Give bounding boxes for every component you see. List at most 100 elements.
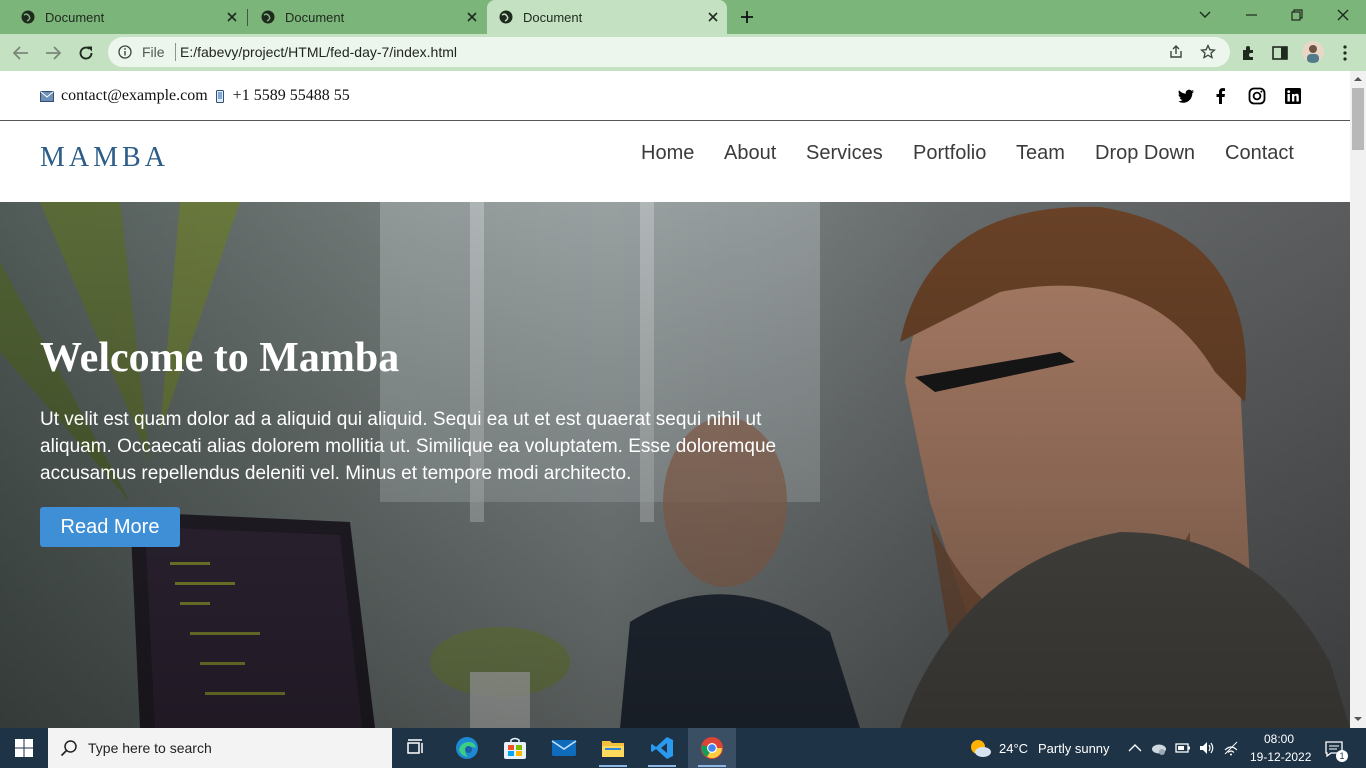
address-url[interactable]: E:/fabevy/project/HTML/fed-day-7/index.h…: [180, 44, 457, 60]
facebook-icon[interactable]: [1212, 87, 1230, 105]
globe-icon: [261, 10, 275, 24]
nav-home[interactable]: Home: [641, 142, 694, 165]
envelope-icon: [40, 90, 54, 102]
mobile-phone-icon: [215, 89, 224, 103]
globe-icon: [21, 10, 35, 24]
clock-time[interactable]: 08:00: [1264, 732, 1294, 746]
tab-label: Document: [45, 9, 105, 25]
tab-label: Document: [285, 9, 345, 25]
nav-team[interactable]: Team: [1016, 142, 1065, 165]
side-panel-icon[interactable]: [1271, 44, 1289, 62]
nav-contact[interactable]: Contact: [1225, 142, 1294, 165]
nav-services[interactable]: Services: [806, 142, 883, 165]
edge-app[interactable]: [443, 728, 491, 768]
contact-email[interactable]: contact@example.com: [61, 87, 208, 105]
folder-icon: [602, 741, 624, 757]
restore-icon: [1291, 9, 1303, 21]
hero-section: Welcome to Mamba Ut velit est quam dolor…: [0, 202, 1350, 728]
browser-tab-strip: Document Document Document: [0, 0, 1366, 34]
nav-drop-down[interactable]: Drop Down: [1095, 142, 1195, 165]
extensions-icon[interactable]: [1239, 44, 1257, 62]
contact-phone[interactable]: +1 5589 55488 55: [233, 87, 350, 105]
linkedin-icon[interactable]: [1284, 87, 1302, 105]
tab-search-button[interactable]: [1182, 0, 1228, 30]
mail-app[interactable]: [540, 728, 588, 768]
tab-label: Document: [523, 9, 583, 25]
close-icon: [1337, 9, 1349, 21]
tab-document-3[interactable]: Document: [487, 0, 727, 34]
profile-avatar[interactable]: [1302, 41, 1324, 63]
weather-condition[interactable]: Partly sunny: [1038, 741, 1110, 756]
page-scrollbar[interactable]: [1350, 71, 1366, 728]
battery-icon[interactable]: [1175, 740, 1191, 756]
start-button[interactable]: [0, 728, 48, 768]
arrow-left-icon: [13, 46, 28, 60]
read-more-button[interactable]: Read More: [40, 507, 180, 547]
tab-document-2[interactable]: Document: [240, 0, 486, 34]
chevron-up-icon[interactable]: [1127, 740, 1143, 756]
site-header: MAMBA Home About Services Portfolio Team…: [0, 122, 1350, 202]
address-bar[interactable]: File E:/fabevy/project/HTML/fed-day-7/in…: [108, 37, 1230, 67]
site-logo[interactable]: MAMBA: [40, 142, 169, 174]
restore-button[interactable]: [1274, 0, 1320, 30]
contact-info: contact@example.com +1 5589 55488 55: [40, 87, 350, 105]
top-contact-bar: contact@example.com +1 5589 55488 55: [0, 71, 1350, 121]
reload-button[interactable]: [73, 40, 99, 66]
notification-count-badge: 1: [1336, 750, 1348, 762]
minimize-icon: [1245, 14, 1257, 16]
task-view-icon: [407, 739, 423, 754]
windows-logo-icon: [15, 739, 33, 757]
search-icon: [60, 740, 77, 757]
close-tab-icon[interactable]: [701, 5, 725, 29]
new-tab-button[interactable]: [734, 5, 760, 29]
scroll-thumb[interactable]: [1352, 88, 1364, 150]
search-placeholder: Type here to search: [88, 740, 212, 756]
chrome-icon: [701, 737, 723, 759]
divider: [175, 43, 176, 61]
nav-portfolio[interactable]: Portfolio: [913, 142, 986, 165]
kebab-menu-icon[interactable]: [1336, 44, 1354, 62]
twitter-icon[interactable]: [1177, 87, 1195, 105]
tab-document-1[interactable]: Document: [0, 0, 246, 34]
close-tab-icon[interactable]: [460, 5, 484, 29]
plus-icon: [741, 11, 753, 23]
weather-temperature[interactable]: 24°C: [999, 741, 1028, 756]
vscode-icon: [651, 737, 673, 759]
close-window-button[interactable]: [1320, 0, 1366, 30]
edge-icon: [456, 737, 478, 759]
instagram-icon[interactable]: [1248, 87, 1266, 105]
address-scheme: File: [142, 44, 165, 60]
info-icon[interactable]: [118, 45, 132, 59]
windows-taskbar: Type here to search 24°C Partly sunny 08…: [0, 728, 1366, 768]
web-page: contact@example.com +1 5589 55488 55 MAM…: [0, 71, 1350, 728]
vscode-app[interactable]: [638, 728, 686, 768]
volume-icon[interactable]: [1199, 740, 1215, 756]
hero-title: Welcome to Mamba: [40, 335, 400, 381]
nav-about[interactable]: About: [724, 142, 776, 165]
chrome-app[interactable]: [688, 728, 736, 768]
globe-icon: [499, 10, 513, 24]
mail-icon: [551, 740, 577, 756]
store-app[interactable]: [491, 728, 539, 768]
store-icon: [504, 737, 526, 759]
task-view-button[interactable]: [392, 728, 440, 768]
forward-button[interactable]: [40, 40, 66, 66]
star-icon[interactable]: [1200, 44, 1216, 60]
taskbar-search[interactable]: Type here to search: [48, 728, 392, 768]
onedrive-sync-icon[interactable]: [1151, 740, 1167, 756]
wifi-icon[interactable]: [1223, 740, 1239, 756]
scroll-down-icon[interactable]: [1354, 715, 1362, 723]
chevron-down-icon: [1199, 11, 1211, 18]
scroll-up-icon[interactable]: [1354, 75, 1362, 83]
avatar-icon: [1307, 45, 1319, 63]
share-icon[interactable]: [1168, 44, 1184, 60]
weather-partly-sunny-icon[interactable]: [969, 738, 991, 758]
browser-toolbar: File E:/fabevy/project/HTML/fed-day-7/in…: [0, 34, 1366, 71]
back-button[interactable]: [8, 40, 34, 66]
hero-description: Ut velit est quam dolor ad a aliquid qui…: [40, 409, 777, 484]
arrow-right-icon: [46, 46, 61, 60]
minimize-button[interactable]: [1228, 0, 1274, 30]
file-explorer-app[interactable]: [589, 728, 637, 768]
clock-date[interactable]: 19-12-2022: [1250, 750, 1311, 764]
reload-icon: [79, 46, 93, 60]
